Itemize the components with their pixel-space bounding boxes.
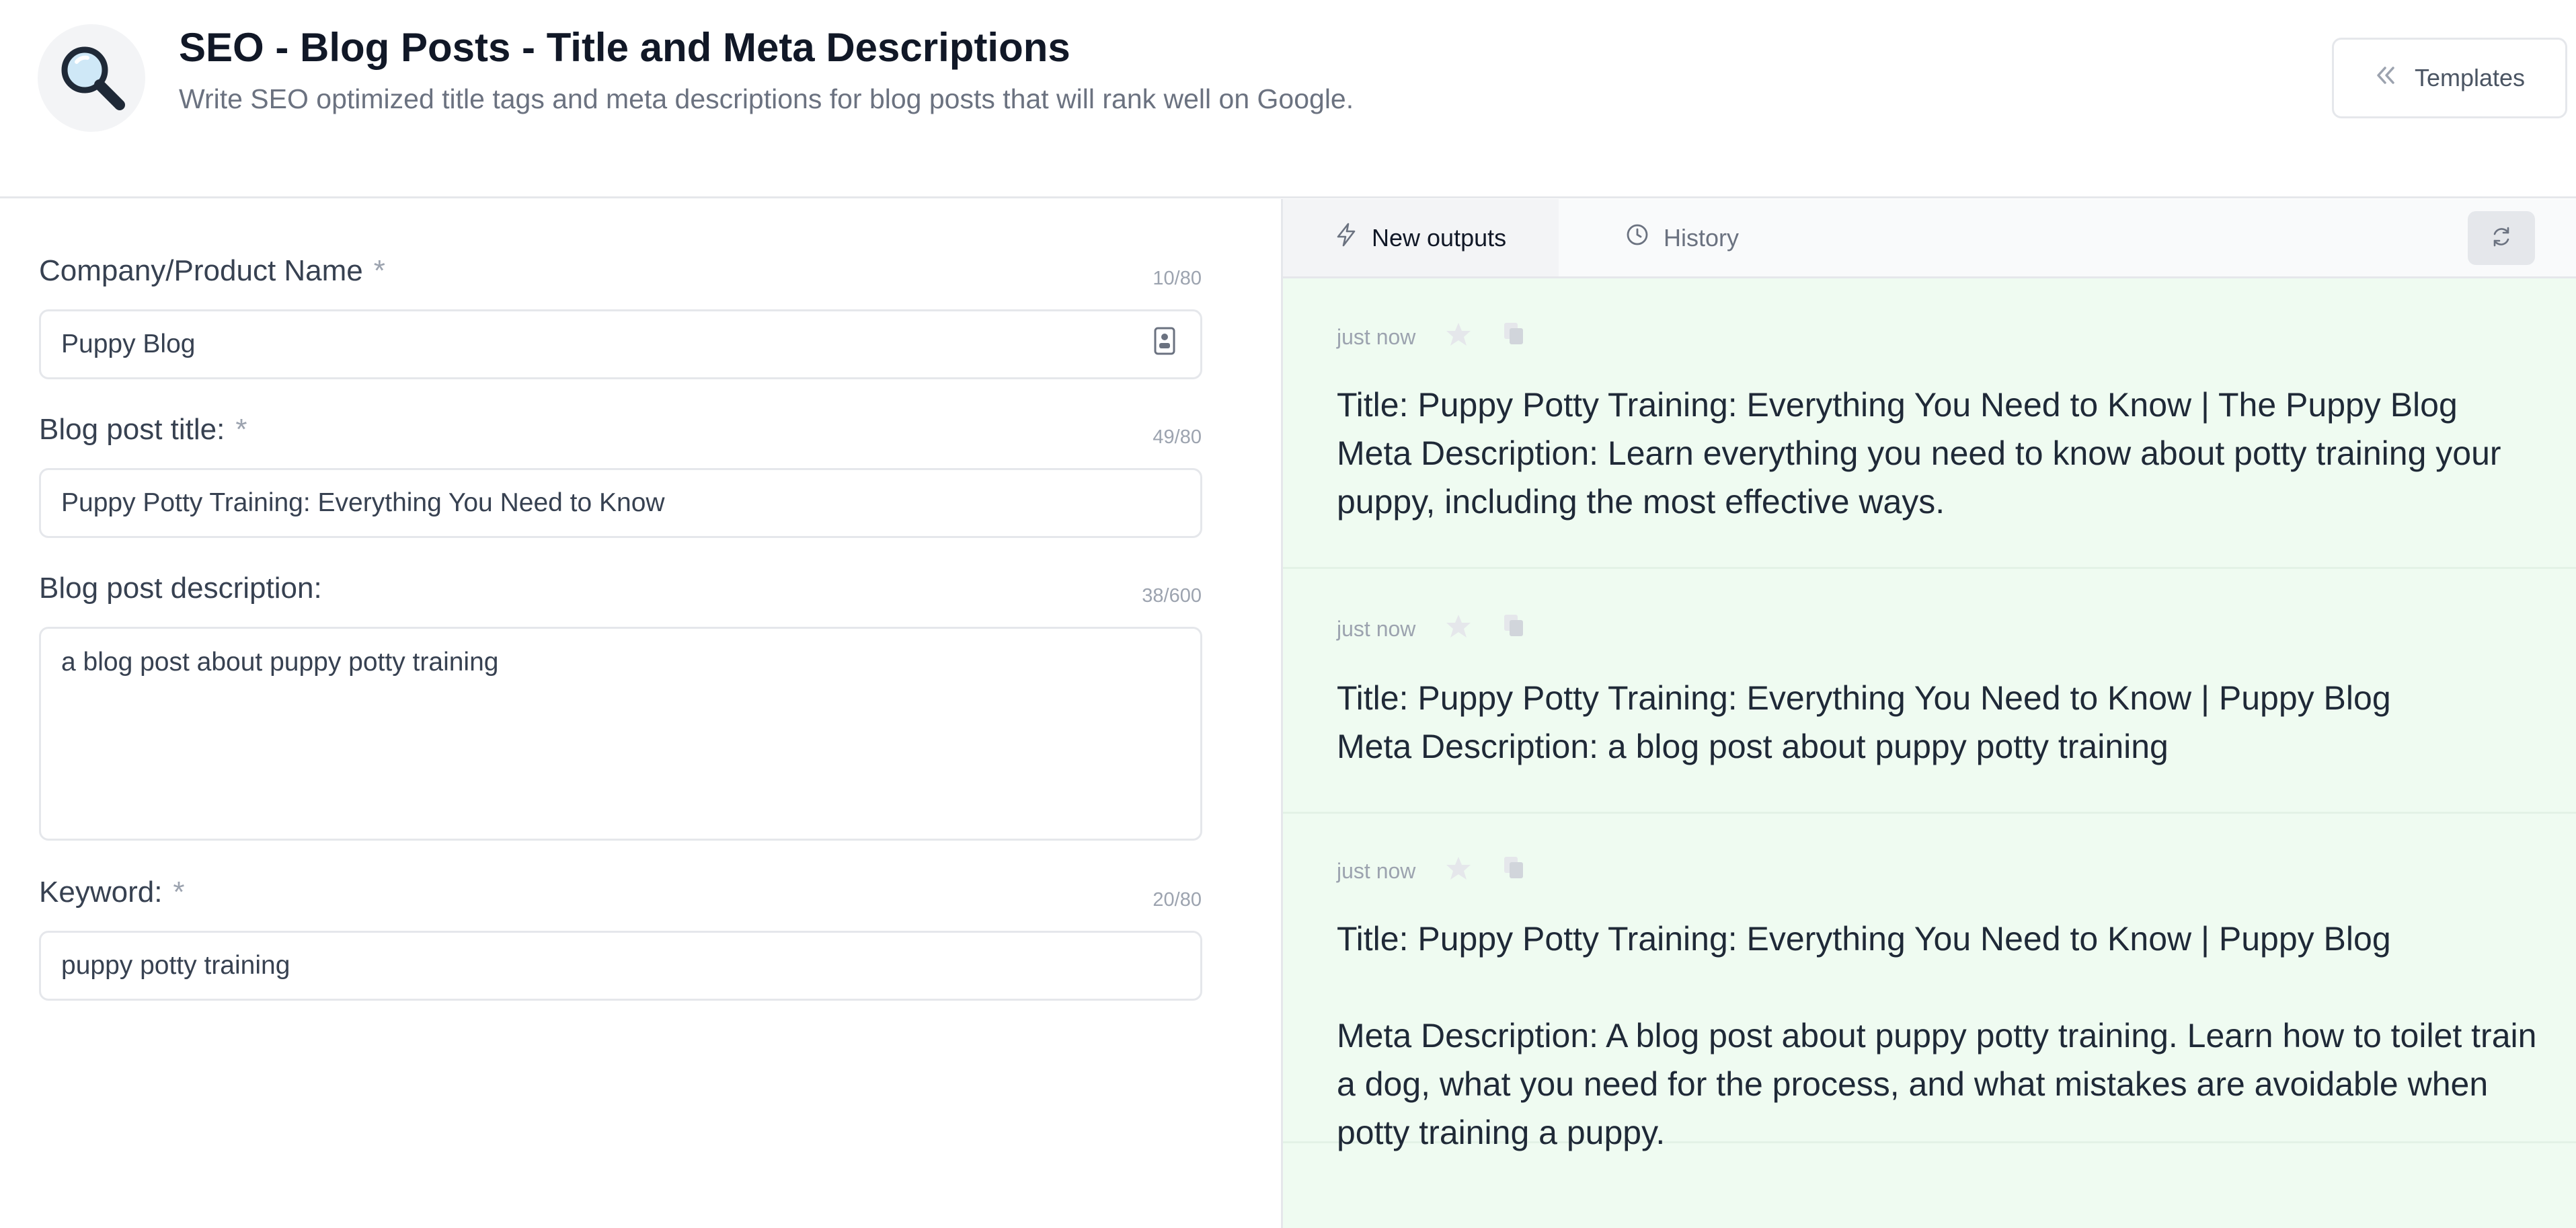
output-meta: just now (1337, 613, 1526, 644)
copy-icon[interactable] (1501, 613, 1526, 644)
blog-title-input[interactable]: Puppy Potty Training: Everything You Nee… (39, 468, 1202, 538)
tab-new-outputs-label: New outputs (1372, 223, 1507, 252)
tab-new-outputs[interactable]: New outputs (1283, 199, 1559, 276)
magnifying-glass-icon (38, 24, 145, 132)
blog-title-char-count: 49/80 (1153, 426, 1202, 448)
output-panel: New outputs History just now Title: Pupp… (1281, 199, 2576, 1228)
output-text: Title: Puppy Potty Training: Everything … (1337, 679, 2391, 765)
copy-icon[interactable] (1501, 855, 1526, 886)
output-card: just now Title: Puppy Potty Training: Ev… (1283, 278, 2576, 569)
output-timestamp: just now (1337, 858, 1416, 883)
output-text: Title: Puppy Potty Training: Everything … (1337, 920, 2537, 1151)
clock-icon (1626, 223, 1649, 252)
chevrons-left-icon (2374, 64, 2397, 93)
blog-description-char-count: 38/600 (1142, 585, 1202, 607)
copy-icon[interactable] (1501, 321, 1526, 352)
output-timestamp: just now (1337, 616, 1416, 641)
templates-button[interactable]: Templates (2332, 38, 2567, 118)
keyword-value: puppy potty training (61, 951, 290, 980)
company-name-value: Puppy Blog (61, 330, 196, 358)
page-header: SEO - Blog Posts - Title and Meta Descri… (0, 0, 2576, 198)
tab-history-label: History (1664, 223, 1740, 252)
star-icon[interactable] (1445, 613, 1472, 644)
keyword-char-count: 20/80 (1153, 889, 1202, 911)
output-tabs: New outputs History (1283, 199, 2576, 278)
keyword-input[interactable]: puppy potty training (39, 931, 1202, 1001)
output-card: just now Title: Puppy Potty Training: Ev… (1283, 814, 2576, 1151)
required-marker: * (173, 876, 185, 909)
page-title: SEO - Blog Posts - Title and Meta Descri… (179, 25, 1070, 70)
blog-description-textarea[interactable]: a blog post about puppy potty training (39, 627, 1202, 841)
output-card: just now Title: Puppy Potty Training: Ev… (1283, 569, 2576, 814)
output-meta: just now (1337, 321, 1526, 352)
output-meta: just now (1337, 855, 1526, 886)
input-form: Company/Product Name * 10/80 Puppy Blog B… (0, 200, 1281, 1228)
required-marker: * (235, 413, 247, 446)
star-icon[interactable] (1445, 321, 1472, 352)
blog-description-value: a blog post about puppy potty training (61, 648, 499, 677)
tab-history[interactable]: History (1573, 199, 1791, 276)
company-name-input[interactable]: Puppy Blog (39, 309, 1202, 379)
lightning-icon (1335, 223, 1357, 253)
star-icon[interactable] (1445, 855, 1472, 886)
output-list: just now Title: Puppy Potty Training: Ev… (1283, 278, 2576, 1228)
blog-description-label: Blog post description: (39, 572, 322, 605)
company-name-label: Company/Product Name * (39, 254, 385, 287)
page-subtitle: Write SEO optimized title tags and meta … (179, 83, 1354, 114)
output-text: Title: Puppy Potty Training: Everything … (1337, 386, 2501, 521)
keyword-label: Keyword: * (39, 876, 185, 909)
refresh-icon (2489, 225, 2513, 252)
output-timestamp: just now (1337, 324, 1416, 349)
refresh-button[interactable] (2468, 211, 2535, 265)
required-marker: * (373, 254, 385, 287)
contact-card-icon[interactable] (1153, 326, 1176, 362)
blog-title-label: Blog post title: * (39, 413, 247, 446)
blog-title-value: Puppy Potty Training: Everything You Nee… (61, 488, 665, 517)
company-name-char-count: 10/80 (1153, 268, 1202, 289)
templates-button-label: Templates (2414, 64, 2526, 91)
